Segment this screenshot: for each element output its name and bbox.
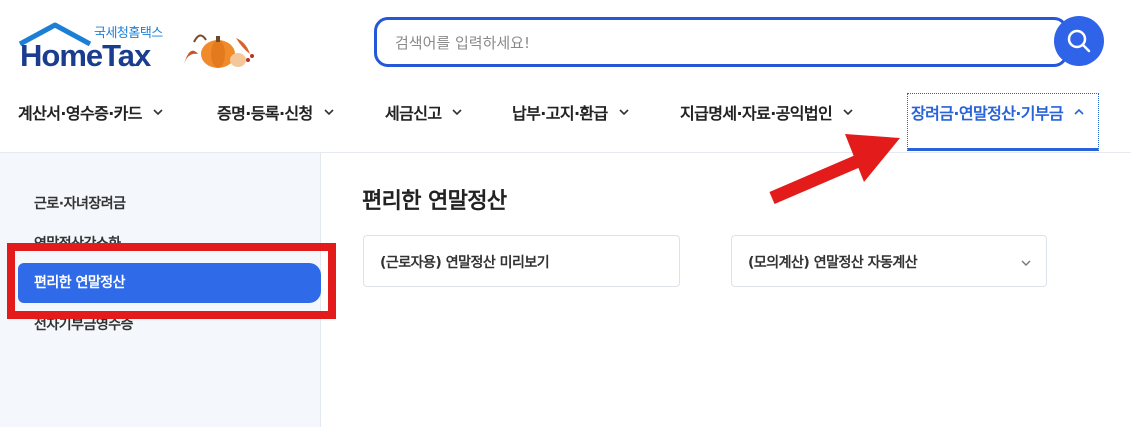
sidebar-item-work-child-incentive[interactable]: 근로·자녀장려금	[34, 193, 126, 213]
nav-item-invoice-receipt-card[interactable]: 계산서·영수증·카드	[18, 98, 164, 126]
card-worker-preview[interactable]: (근로자용) 연말정산 미리보기	[363, 235, 680, 287]
page-title: 편리한 연말정산	[362, 189, 507, 214]
card-label: (근로자용) 연말정산 미리보기	[380, 255, 550, 271]
search-box	[374, 17, 1068, 67]
nav-item-incentive-yearend-donation[interactable]: 장려금·연말정산·기부금	[911, 98, 1085, 126]
chevron-down-icon	[324, 109, 334, 116]
logo-text: HomeTax	[20, 38, 151, 73]
chevron-down-icon	[619, 109, 629, 116]
nav-item-label: 장려금·연말정산·기부금	[911, 104, 1064, 123]
hometax-logo[interactable]: 국세청홈택스 HomeTax	[18, 20, 178, 73]
nav-item-tax-filing[interactable]: 세금신고	[385, 98, 463, 126]
chevron-down-icon	[452, 109, 463, 116]
chevron-down-icon	[1021, 260, 1031, 266]
search-icon	[1067, 29, 1091, 53]
search-input[interactable]	[395, 32, 1015, 54]
search-button[interactable]	[1054, 16, 1104, 66]
nav-item-label: 세금신고	[385, 104, 442, 123]
nav-item-payment-refund[interactable]: 납부·고지·환급	[512, 98, 630, 126]
nav-item-label: 계산서·영수증·카드	[18, 104, 143, 123]
highlight-box-annotation	[7, 243, 336, 319]
chevron-up-icon	[1074, 108, 1084, 115]
pumpkin-decoration-icon	[184, 34, 254, 68]
nav-item-label: 납부·고지·환급	[512, 104, 608, 123]
card-mock-auto-calc[interactable]: (모의계산) 연말정산 자동계산	[731, 235, 1047, 287]
nav-item-label: 증명·등록·신청	[217, 104, 313, 123]
arrow-annotation-icon	[769, 134, 900, 204]
chevron-down-icon	[153, 109, 163, 116]
nav-item-certificate-registration[interactable]: 증명·등록·신청	[217, 98, 335, 126]
chevron-down-icon	[843, 109, 853, 116]
card-label: (모의계산) 연말정산 자동계산	[748, 255, 918, 271]
